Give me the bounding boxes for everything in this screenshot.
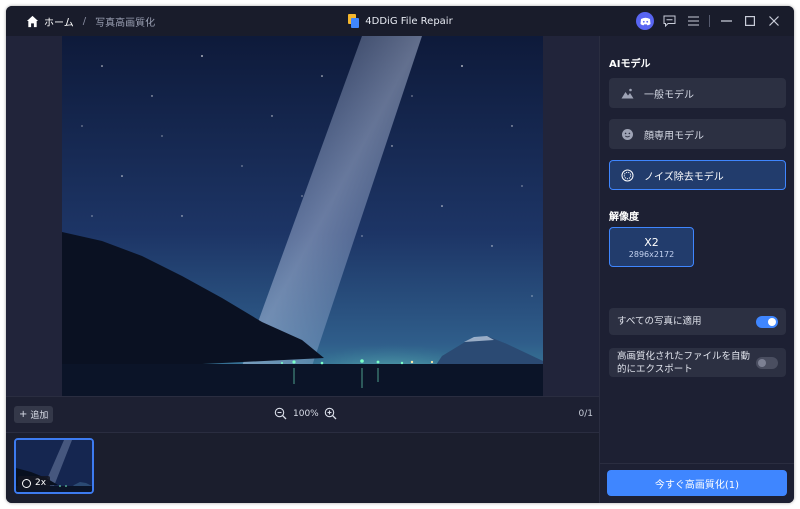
noise-removal-model-label: ノイズ除去モデル [644, 171, 724, 183]
breadcrumb-separator: / [82, 15, 87, 27]
scale-badge: 2x [18, 476, 51, 490]
enhance-now-button[interactable]: 今すぐ高画質化(1) [607, 470, 787, 496]
menu-icon[interactable] [681, 9, 705, 33]
apply-all-row: すべての写真に適用 [609, 308, 786, 335]
window-controls [636, 6, 786, 36]
close-icon[interactable] [762, 9, 786, 33]
toggle-knob [768, 317, 776, 326]
app-window: ホーム / 写真高画質化 4DDiG File Repair + 追加 100%… [6, 6, 794, 503]
auto-export-toggle[interactable] [756, 356, 778, 369]
minimize-icon[interactable] [714, 9, 738, 33]
breadcrumb-current: 写真高画質化 [95, 17, 156, 29]
noise-removal-model-button[interactable]: ノイズ除去モデル [609, 160, 786, 190]
face-icon [622, 128, 633, 140]
apply-all-toggle[interactable] [756, 315, 778, 328]
panel-divider [600, 463, 794, 464]
scale-badge-label: 2x [35, 478, 47, 488]
feedback-icon[interactable] [657, 9, 681, 33]
apply-all-label: すべての写真に適用 [617, 316, 702, 327]
app-title-text: 4DDiG File Repair [365, 15, 453, 27]
settings-panel: AIモデル 一般モデル 顔専用モデル ノイズ除去モデル 解像度 X2 2896x… [599, 36, 794, 503]
breadcrumb-home[interactable]: ホーム [44, 14, 74, 29]
resolution-title: 解像度 [609, 212, 639, 223]
add-button[interactable]: + 追加 [14, 406, 54, 423]
resolution-scale: X2 [644, 235, 659, 249]
app-logo-icon [348, 14, 360, 28]
face-model-button[interactable]: 顔専用モデル [609, 119, 786, 149]
general-model-button[interactable]: 一般モデル [609, 78, 786, 108]
thumbnail-item[interactable]: 2x [14, 438, 94, 494]
breadcrumb: ホーム / 写真高画質化 [6, 6, 155, 36]
preview-toolbar: + 追加 100% 0/1 [6, 396, 599, 432]
discord-icon[interactable] [636, 12, 654, 30]
noise-icon [621, 169, 634, 181]
resolution-size: 2896x2172 [628, 249, 675, 259]
maximize-icon[interactable] [738, 9, 762, 33]
home-icon[interactable] [26, 15, 39, 28]
resolution-option-x2[interactable]: X2 2896x2172 [609, 227, 694, 267]
page-counter: 0/1 [578, 409, 593, 419]
image-preview-area [6, 36, 599, 396]
auto-export-row: 高画質化されたファイルを自動的にエクスポート [609, 348, 786, 377]
zoom-control: 100% [274, 407, 337, 420]
night-sky-landscape-image [62, 36, 543, 396]
zoom-level: 100% [293, 408, 319, 419]
general-model-label: 一般モデル [644, 89, 694, 101]
auto-export-label: 高画質化されたファイルを自動的にエクスポート [617, 350, 751, 375]
title-bar: ホーム / 写真高画質化 4DDiG File Repair [6, 6, 794, 36]
controls-divider [709, 15, 710, 27]
add-button-label: 追加 [30, 411, 49, 421]
thumbnail-strip: 2x [6, 432, 599, 503]
face-model-label: 顔専用モデル [644, 130, 704, 142]
toggle-knob [758, 358, 766, 367]
enhance-badge-icon [22, 478, 31, 488]
preview-photo[interactable] [62, 36, 543, 396]
mountain-icon [621, 88, 634, 98]
ai-model-title: AIモデル [609, 59, 651, 70]
plus-icon: + [19, 409, 28, 420]
zoom-in-icon[interactable] [324, 407, 337, 420]
zoom-out-icon[interactable] [274, 407, 287, 420]
